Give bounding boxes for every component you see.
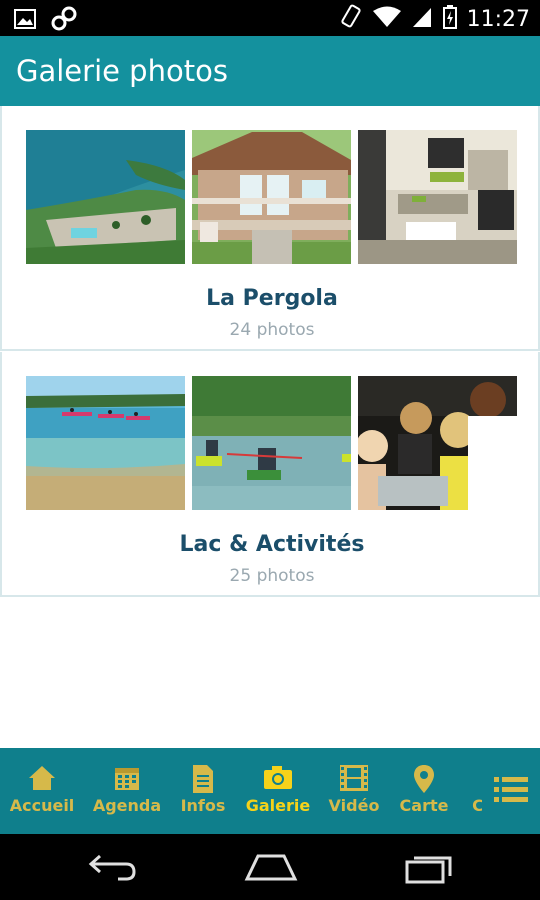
album-title: Lac & Activités (179, 532, 365, 557)
nav-label: Carte (399, 796, 449, 815)
home-icon (27, 764, 57, 797)
infinity-icon (50, 6, 78, 37)
gallery-list: La Pergola 24 photos Lac & Activités 25 … (0, 106, 540, 748)
wifi-icon (372, 6, 401, 33)
film-icon (339, 764, 369, 797)
calendar-icon (113, 764, 141, 797)
nav-label: Galerie (245, 796, 311, 815)
chalet-photo (192, 130, 351, 264)
page-title: Galerie photos (16, 54, 228, 88)
status-time: 11:27 (466, 7, 530, 32)
back-icon[interactable] (88, 852, 138, 887)
rotate-icon (339, 4, 363, 35)
chalet-interior-photo (358, 130, 517, 264)
nav-label: Vidéo (328, 796, 380, 815)
lake-kayakers-photo (26, 376, 185, 510)
nav-item-accueil[interactable]: Accueil (0, 748, 84, 834)
signal-icon (411, 6, 433, 33)
app-bar: Galerie photos (0, 36, 540, 106)
camera-icon (263, 764, 293, 795)
map-pin-icon (413, 764, 435, 799)
kayak-group-photo (192, 376, 351, 510)
status-bar: 11:27 (0, 0, 540, 36)
aerial-lake-photo (26, 130, 185, 264)
nav-item-video[interactable]: Vidéo (320, 748, 388, 834)
more-menu-button[interactable] (482, 748, 540, 834)
recents-icon[interactable] (404, 852, 454, 889)
nav-item-agenda[interactable]: Agenda (88, 748, 166, 834)
nav-item-infos[interactable]: Infos (170, 748, 236, 834)
album-card[interactable]: Lac & Activités 25 photos (0, 352, 540, 597)
album-photo-count: 24 photos (229, 320, 315, 340)
nav-item-carte[interactable]: Carte (392, 748, 456, 834)
image-notification-icon (14, 9, 36, 34)
album-photo-count: 25 photos (229, 566, 315, 586)
album-title: La Pergola (206, 286, 338, 311)
system-nav-bar (0, 834, 540, 900)
nav-item-galerie[interactable]: Galerie (240, 748, 316, 834)
document-icon (191, 764, 215, 799)
children-activity-photo (358, 376, 517, 510)
nav-label: Agenda (92, 796, 162, 815)
menu-list-icon (494, 776, 528, 809)
home-outline-icon[interactable] (244, 852, 298, 887)
nav-label: Accueil (9, 796, 75, 815)
album-card[interactable]: La Pergola 24 photos (0, 106, 540, 351)
battery-icon (442, 5, 457, 34)
nav-label: Infos (180, 796, 226, 815)
bottom-nav: Accueil Agenda Infos Galerie Vidéo Carte… (0, 748, 540, 834)
